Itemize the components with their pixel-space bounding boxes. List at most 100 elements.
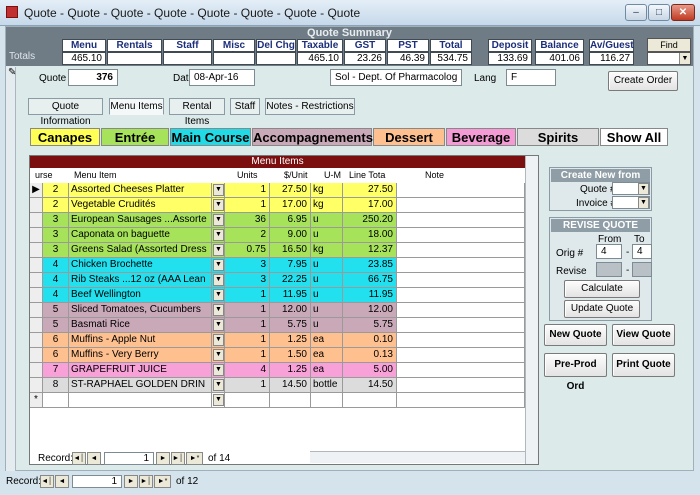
cell-total[interactable]: 18.00 (343, 228, 397, 243)
cell-unit-price[interactable]: 1.50 (270, 348, 311, 363)
tab-rental-items[interactable]: Rental Items (169, 98, 225, 127)
cell-total[interactable]: 23.85 (343, 258, 397, 273)
date-field[interactable]: 08-Apr-16 (189, 69, 255, 86)
row-selector[interactable] (30, 213, 43, 228)
cell-note[interactable] (397, 183, 525, 198)
cell-note[interactable] (397, 213, 525, 228)
cell-note[interactable] (397, 303, 525, 318)
cell-total[interactable]: 27.50 (343, 183, 397, 198)
menu-item-dropdown[interactable]: ▼ (212, 378, 225, 393)
cell-um[interactable]: kg (311, 183, 343, 198)
chevron-down-icon[interactable]: ▼ (213, 244, 224, 256)
cell-total[interactable]: 12.37 (343, 243, 397, 258)
view-quote-button[interactable]: View Quote (612, 324, 675, 346)
table-row[interactable]: 3 Greens Salad (Assorted Dress ▼ 0.75 16.50 k… (30, 243, 525, 258)
cell-item[interactable]: Assorted Cheeses Platter (69, 183, 212, 198)
cell-unit-price[interactable]: 16.50 (270, 243, 311, 258)
tab-staff[interactable]: Staff (230, 98, 260, 115)
category-button-beverage[interactable]: Beverage (446, 128, 516, 146)
row-selector[interactable]: ▶ (30, 183, 43, 198)
cell-total[interactable] (343, 393, 397, 408)
cell-total[interactable]: 5.75 (343, 318, 397, 333)
chevron-down-icon[interactable]: ▼ (213, 289, 224, 301)
chevron-down-icon[interactable]: ▼ (213, 214, 224, 226)
cell-unit-price[interactable]: 9.00 (270, 228, 311, 243)
category-button-canapes[interactable]: Canapes (30, 128, 100, 146)
next-record-icon[interactable]: ► (124, 475, 138, 488)
row-selector[interactable] (30, 243, 43, 258)
category-button-accompagnements[interactable]: Accompagnements (252, 128, 373, 146)
cell-course[interactable]: 5 (43, 303, 69, 318)
summary-value[interactable] (163, 52, 212, 65)
create-order-button[interactable]: Create Order (608, 71, 678, 91)
summary-value[interactable] (213, 52, 255, 65)
cell-total[interactable]: 14.50 (343, 378, 397, 393)
cell-um[interactable]: u (311, 213, 343, 228)
menu-item-dropdown[interactable]: ▼ (212, 333, 225, 348)
chevron-down-icon[interactable]: ▼ (213, 379, 224, 391)
cell-item[interactable] (69, 393, 212, 408)
menu-item-dropdown[interactable]: ▼ (212, 183, 225, 198)
cell-course[interactable]: 7 (43, 363, 69, 378)
cell-units[interactable]: 1 (225, 333, 270, 348)
find-quote-combo[interactable]: ▼ (647, 52, 691, 65)
cell-units[interactable]: 2 (225, 228, 270, 243)
chevron-down-icon[interactable]: ▼ (679, 53, 690, 64)
orig-to-field[interactable]: 4 (632, 244, 652, 259)
cell-units[interactable] (225, 393, 270, 408)
next-record-icon[interactable]: ► (156, 452, 170, 465)
maximize-button[interactable]: □ (648, 4, 670, 21)
cell-course[interactable]: 8 (43, 378, 69, 393)
cell-note[interactable] (397, 378, 525, 393)
category-button-main-course[interactable]: Main Course (170, 128, 251, 146)
cell-note[interactable] (397, 243, 525, 258)
menu-item-dropdown[interactable]: ▼ (212, 258, 225, 273)
new-record-icon[interactable]: ►* (154, 475, 171, 488)
menu-item-dropdown[interactable]: ▼ (212, 243, 225, 258)
row-selector[interactable] (30, 333, 43, 348)
cell-units[interactable]: 3 (225, 273, 270, 288)
chevron-down-icon[interactable]: ▼ (213, 304, 224, 316)
grid-vertical-scrollbar[interactable] (525, 156, 538, 464)
cell-um[interactable] (311, 393, 343, 408)
cell-note[interactable] (397, 333, 525, 348)
cell-item[interactable]: Muffins - Very Berry (69, 348, 212, 363)
cell-item[interactable]: Basmati Rice (69, 318, 212, 333)
chevron-down-icon[interactable]: ▼ (213, 184, 224, 196)
tab-menu-items[interactable]: Menu Items (109, 98, 164, 115)
table-row[interactable]: 4 Beef Wellington ▼ 1 11.95 u 11.95 (30, 288, 525, 303)
chevron-down-icon[interactable]: ▼ (213, 199, 224, 211)
summary-value[interactable]: 465.10 (297, 52, 343, 65)
cell-unit-price[interactable]: 7.95 (270, 258, 311, 273)
cell-course[interactable]: 2 (43, 198, 69, 213)
client-field[interactable]: Sol - Dept. Of Pharmacolog (330, 69, 462, 86)
cell-total[interactable]: 250.20 (343, 213, 397, 228)
cell-item[interactable]: Sliced Tomatoes, Cucumbers (69, 303, 212, 318)
menu-item-dropdown[interactable]: ▼ (212, 363, 225, 378)
row-selector[interactable] (30, 348, 43, 363)
table-row[interactable]: 3 European Sausages ...Assorte ▼ 36 6.95 u 250… (30, 213, 525, 228)
menu-item-dropdown[interactable]: ▼ (212, 303, 225, 318)
create-quote-combo[interactable]: ▼ (612, 182, 650, 195)
cell-item[interactable]: Beef Wellington (69, 288, 212, 303)
cell-units[interactable]: 1 (225, 303, 270, 318)
cell-um[interactable]: u (311, 273, 343, 288)
cell-course[interactable]: 4 (43, 288, 69, 303)
category-button-show-all[interactable]: Show All (600, 128, 668, 146)
chevron-down-icon[interactable]: ▼ (213, 274, 224, 286)
cell-um[interactable]: ea (311, 348, 343, 363)
pre-prod-order-button[interactable]: Pre-Prod Ord (544, 353, 607, 392)
cell-note[interactable] (397, 393, 525, 408)
cell-units[interactable]: 1 (225, 348, 270, 363)
cell-course[interactable]: 2 (43, 183, 69, 198)
row-selector[interactable] (30, 288, 43, 303)
cell-total[interactable]: 11.95 (343, 288, 397, 303)
category-button-spirits[interactable]: Spirits (517, 128, 599, 146)
quote-number-field[interactable]: 376 (68, 69, 118, 86)
grid-record-number[interactable]: 1 (104, 452, 154, 465)
calculate-button[interactable]: Calculate (564, 280, 640, 298)
menu-item-dropdown[interactable]: ▼ (212, 228, 225, 243)
cell-item[interactable]: Vegetable Crudités (69, 198, 212, 213)
create-invoice-combo[interactable]: ▼ (612, 196, 650, 209)
summary-value[interactable]: 23.26 (344, 52, 386, 65)
